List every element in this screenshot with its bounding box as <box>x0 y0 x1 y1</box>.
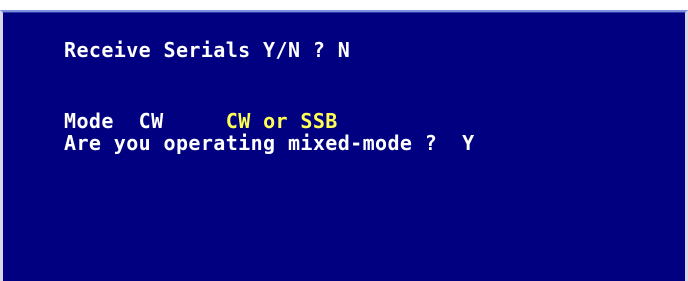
receive-serials-answer[interactable]: N <box>338 38 350 62</box>
receive-serials-prompt: Receive Serials Y/N ? <box>64 38 338 62</box>
mode-hint: CW or SSB <box>225 109 338 133</box>
mode-value[interactable]: CW <box>139 109 164 133</box>
mode-label: Mode <box>64 109 139 133</box>
mode-line: Mode CW CW or SSB <box>64 111 338 131</box>
receive-serials-line: Receive Serials Y/N ? N <box>64 40 350 60</box>
terminal-screen: Receive Serials Y/N ? N Mode CW CW or SS… <box>0 10 688 281</box>
mode-spacer <box>164 109 226 133</box>
mixed-mode-line: Are you operating mixed-mode ? Y <box>64 133 475 153</box>
mixed-mode-answer[interactable]: Y <box>462 131 474 155</box>
mixed-mode-prompt: Are you operating mixed-mode ? <box>64 131 463 155</box>
